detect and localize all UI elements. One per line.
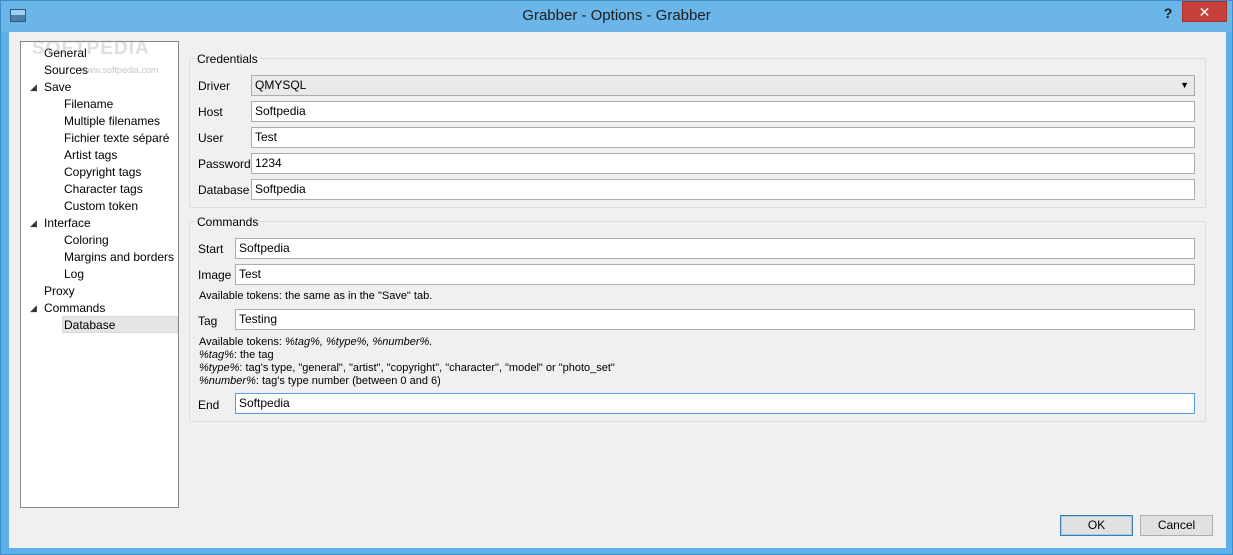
close-icon: ✕ (1198, 4, 1211, 20)
commands-title: Commands (196, 215, 260, 229)
host-label: Host (198, 105, 223, 119)
dialog-body: General Sources ◢ Save Filename Multiple… (9, 32, 1226, 548)
sidebar-item-general[interactable]: General (44, 45, 87, 62)
sidebar-item-artist-tags[interactable]: Artist tags (64, 147, 117, 164)
expand-arrow-icon[interactable]: ◢ (30, 215, 37, 232)
help-button[interactable]: ? (1159, 3, 1177, 25)
driver-select[interactable]: QMYSQL ▼ (251, 75, 1195, 96)
tag-help-line1: Available tokens: %tag%, %type%, %number… (199, 336, 432, 349)
end-label: End (198, 398, 220, 412)
ok-button[interactable]: OK (1060, 515, 1133, 536)
tag-help-line4: %number%: tag's type number (between 0 a… (199, 375, 441, 388)
sidebar-item-proxy[interactable]: Proxy (44, 283, 75, 300)
sidebar-item-coloring[interactable]: Coloring (64, 232, 109, 249)
start-label: Start (198, 242, 224, 256)
end-field[interactable]: Softpedia (235, 393, 1195, 414)
driver-value: QMYSQL (255, 78, 307, 92)
sidebar-item-save[interactable]: Save (44, 79, 71, 96)
tag-token-desc: : the tag (233, 349, 274, 361)
expand-arrow-icon[interactable]: ◢ (30, 79, 37, 96)
sidebar-item-character-tags[interactable]: Character tags (64, 181, 143, 198)
driver-label: Driver (198, 79, 230, 93)
user-label: User (198, 131, 224, 145)
expand-arrow-icon[interactable]: ◢ (30, 300, 37, 317)
number-token: %number% (199, 375, 256, 387)
tag-help-line2: %tag%: the tag (199, 349, 274, 362)
number-token-desc: : tag's type number (between 0 and 6) (255, 375, 441, 387)
type-token-desc: : tag's type, "general", "artist", "copy… (239, 362, 615, 374)
options-dialog: Grabber - Options - Grabber ? ✕ General … (0, 0, 1233, 555)
password-label: Password (198, 157, 251, 171)
window-title: Grabber - Options - Grabber (522, 7, 711, 24)
image-label: Image (198, 268, 232, 282)
database-label: Database (198, 183, 250, 197)
tag-label: Tag (198, 314, 218, 328)
tag-help-tokens: %tag%, %type%, %number%. (285, 336, 433, 348)
tag-help-line3: %type%: tag's type, "general", "artist",… (199, 362, 615, 375)
sidebar-item-fichier-texte[interactable]: Fichier texte séparé (64, 130, 169, 147)
sidebar-item-multiple-filenames[interactable]: Multiple filenames (64, 113, 160, 130)
sidebar-item-custom-token[interactable]: Custom token (64, 198, 138, 215)
sidebar-item-commands[interactable]: Commands (44, 300, 105, 317)
sidebar-item-log[interactable]: Log (64, 266, 84, 283)
host-field[interactable]: Softpedia (251, 101, 1195, 122)
sidebar-item-database[interactable]: Database (62, 316, 178, 333)
settings-tree[interactable]: General Sources ◢ Save Filename Multiple… (20, 41, 179, 508)
close-button[interactable]: ✕ (1182, 1, 1227, 22)
start-field[interactable]: Softpedia (235, 238, 1195, 259)
tag-help-prefix: Available tokens: (199, 336, 286, 348)
tag-field[interactable]: Testing (235, 309, 1195, 330)
image-help-text: Available tokens: the same as in the "Sa… (199, 290, 433, 302)
cancel-button[interactable]: Cancel (1140, 515, 1213, 536)
password-field[interactable]: 1234 (251, 153, 1195, 174)
sidebar-item-margins[interactable]: Margins and borders (64, 249, 174, 266)
softpedia-watermark-url: www.softpedia.com (81, 65, 159, 75)
title-bar[interactable]: Grabber - Options - Grabber ? ✕ (1, 1, 1232, 32)
image-field[interactable]: Test (235, 264, 1195, 285)
database-field[interactable]: Softpedia (251, 179, 1195, 200)
type-token: %type% (199, 362, 240, 374)
tag-token: %tag% (199, 349, 234, 361)
chevron-down-icon: ▼ (1180, 80, 1189, 90)
sidebar-item-interface[interactable]: Interface (44, 215, 91, 232)
user-field[interactable]: Test (251, 127, 1195, 148)
sidebar-item-filename[interactable]: Filename (64, 96, 113, 113)
sidebar-item-copyright-tags[interactable]: Copyright tags (64, 164, 141, 181)
credentials-title: Credentials (196, 52, 259, 66)
